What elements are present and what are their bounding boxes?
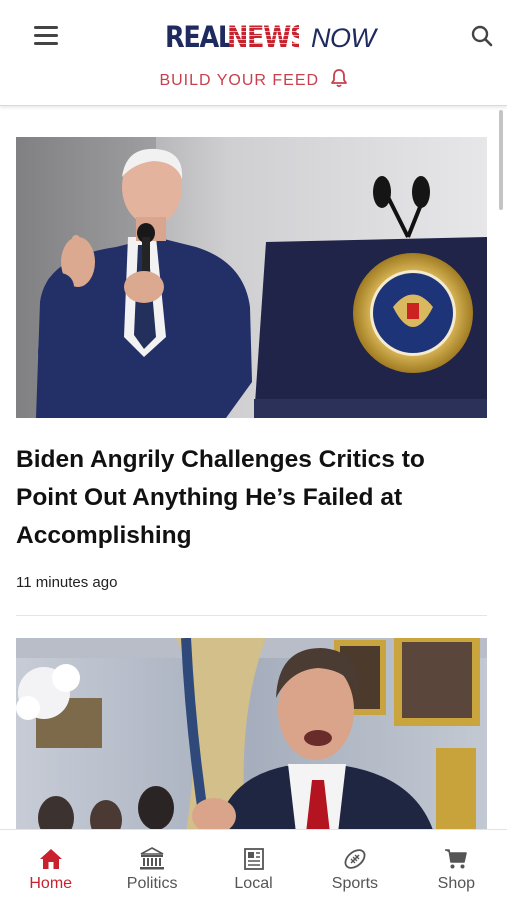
capitol-icon (140, 847, 165, 870)
nav-item-politics[interactable]: Politics (101, 830, 202, 900)
nav-label-politics: Politics (126, 875, 178, 892)
menu-icon (34, 26, 58, 45)
nav-item-local[interactable]: Local (203, 830, 304, 900)
nav-item-sports[interactable]: Sports (304, 830, 405, 900)
nav-label-home: Home (29, 875, 73, 892)
football-icon (344, 849, 366, 869)
article-headline[interactable]: Biden Angrily Challenges Critics to Poin… (16, 441, 486, 555)
menu-button[interactable] (34, 26, 58, 46)
nav-item-home[interactable]: Home (0, 830, 101, 900)
bell-icon (330, 69, 347, 88)
news-feed[interactable]: Biden Angrily Challenges Critics to Poin… (0, 107, 507, 830)
logo-now: NOW (311, 23, 376, 53)
nav-label-local: Local (234, 875, 273, 892)
nav-label-sports: Sports (331, 875, 379, 892)
article-image[interactable] (16, 638, 487, 830)
search-button[interactable] (470, 24, 494, 48)
build-feed-button[interactable]: BUILD YOUR FEED (0, 68, 507, 90)
article-timestamp: 11 minutes ago (16, 574, 118, 591)
newspaper-icon (243, 848, 264, 870)
divider (16, 615, 487, 616)
home-icon (39, 849, 62, 869)
search-icon (471, 25, 493, 47)
article-image[interactable] (16, 137, 487, 418)
nav-label-shop: Shop (437, 875, 476, 892)
build-feed-label: BUILD YOUR FEED (159, 72, 320, 89)
article-card[interactable]: Biden Angrily Challenges Critics to Poin… (16, 137, 487, 591)
cart-icon (445, 849, 468, 869)
bottom-nav: Home Politics Local Sports Shop (0, 829, 507, 900)
logo-real: REAL (165, 20, 234, 54)
logo[interactable]: REAL NEWS NOW (165, 14, 376, 54)
logo-news: NEWS (227, 20, 308, 54)
nav-item-shop[interactable]: Shop (406, 830, 507, 900)
app-header: REAL NEWS NOW BUILD YOUR FEED (0, 0, 507, 106)
